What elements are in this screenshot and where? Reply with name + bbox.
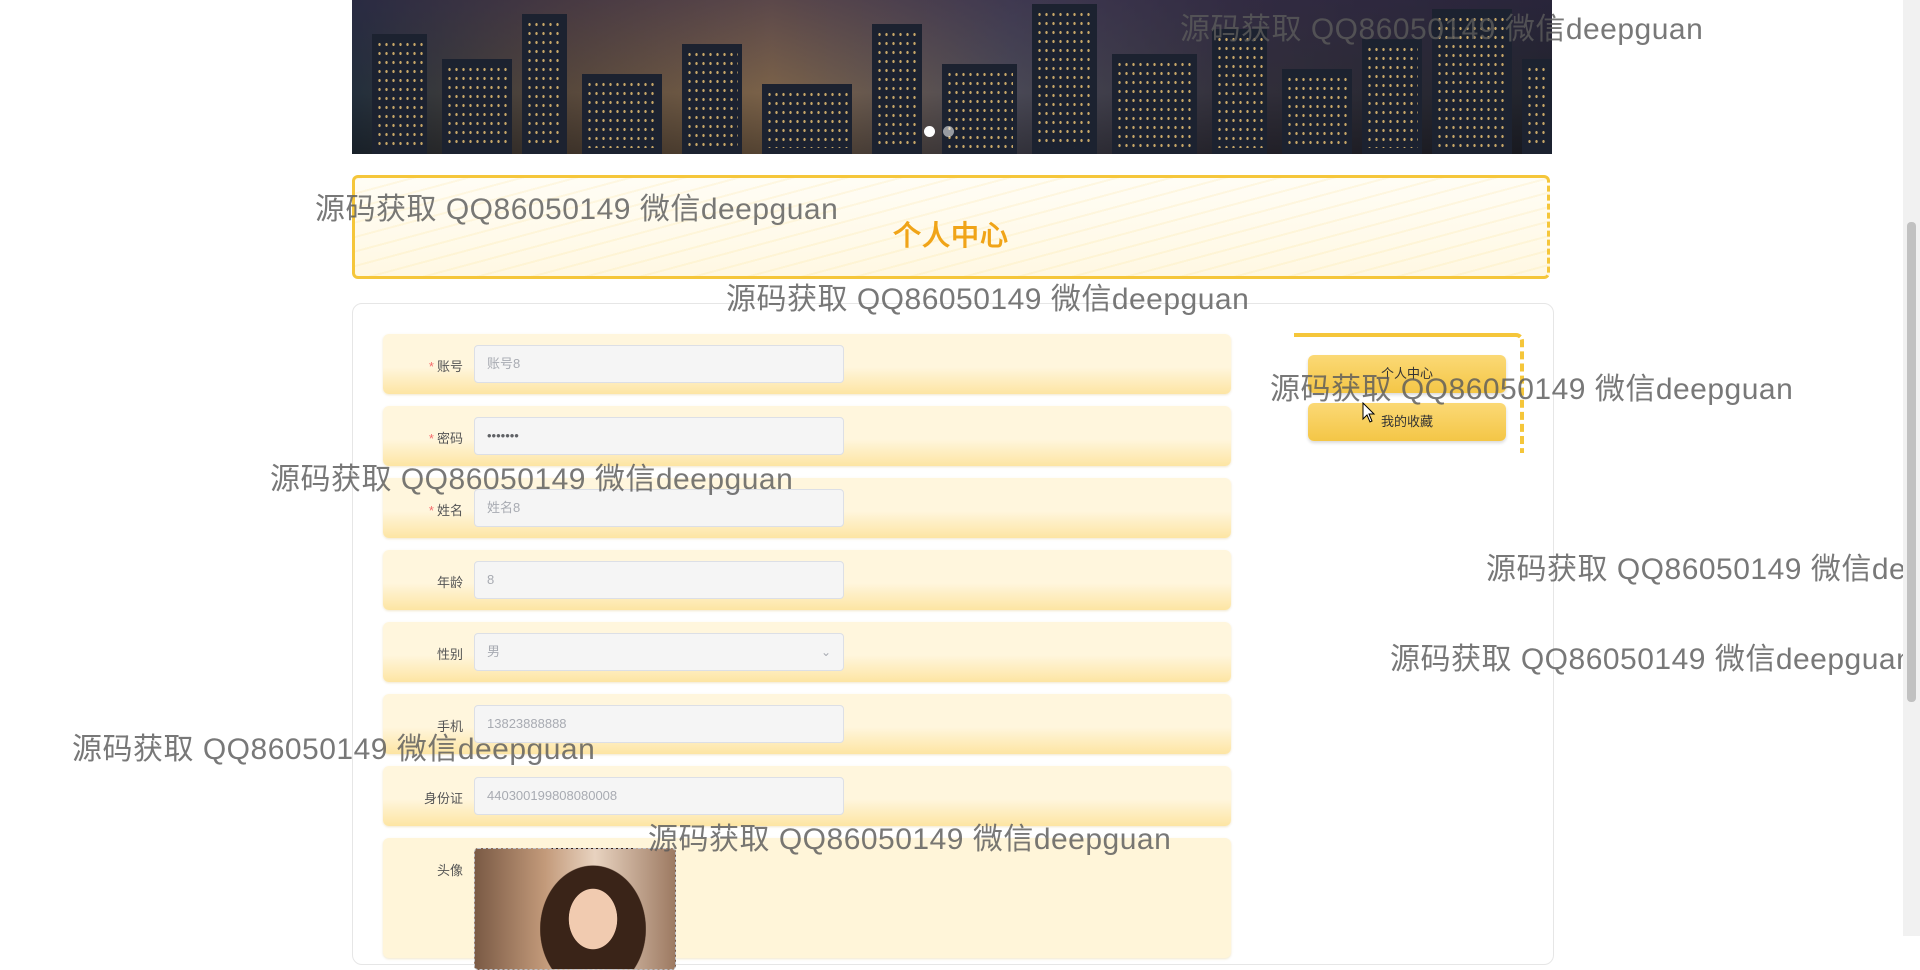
carousel-indicators [924, 126, 954, 137]
chevron-down-icon: ⌄ [820, 645, 831, 659]
form-row-avatar: 头像 [383, 838, 1231, 970]
menu-personal-center[interactable]: 个人中心 [1308, 355, 1506, 393]
mouse-cursor-icon [1362, 402, 1376, 423]
page-title: 个人中心 [892, 220, 1009, 251]
carousel-dot-1[interactable] [924, 126, 935, 137]
id-card-input[interactable]: 440300199808080008 [474, 777, 844, 815]
page-scrollbar[interactable] [1903, 0, 1920, 936]
carousel-dot-2[interactable] [943, 126, 954, 137]
form-row-name: * 姓名 姓名8 [383, 478, 1231, 538]
age-input[interactable]: 8 [474, 561, 844, 599]
banner-carousel[interactable] [352, 0, 1552, 154]
id-card-label: 身份证 [423, 791, 463, 806]
account-input[interactable]: 账号8 [474, 345, 844, 383]
password-input[interactable]: ••••••• [474, 417, 844, 455]
form-row-phone: 手机 13823888888 [383, 694, 1231, 754]
page-title-bar: 个人中心 [352, 175, 1550, 279]
form-row-password: * 密码 ••••••• [383, 406, 1231, 466]
phone-label: 手机 [436, 719, 463, 734]
form-row-age: 年龄 8 [383, 550, 1231, 610]
gender-label: 性别 [436, 647, 463, 662]
form-row-id-card: 身份证 440300199808080008 [383, 766, 1231, 826]
password-label: * 密码 [428, 431, 463, 446]
gender-value: 男 [487, 644, 501, 659]
gender-select[interactable]: 男 ⌄ [474, 633, 844, 671]
side-menu: 个人中心 我的收藏 [1294, 333, 1524, 453]
name-input[interactable]: 姓名8 [474, 489, 844, 527]
phone-input[interactable]: 13823888888 [474, 705, 844, 743]
form-row-gender: 性别 男 ⌄ [383, 622, 1231, 682]
menu-my-favorites[interactable]: 我的收藏 [1308, 403, 1506, 441]
form-row-account: * 账号 账号8 [383, 334, 1231, 394]
age-label: 年龄 [436, 575, 463, 590]
avatar-upload[interactable] [474, 848, 676, 970]
name-label: * 姓名 [428, 503, 463, 518]
account-label: * 账号 [428, 359, 463, 374]
avatar-label: 头像 [436, 863, 463, 878]
scrollbar-thumb[interactable] [1907, 222, 1916, 702]
